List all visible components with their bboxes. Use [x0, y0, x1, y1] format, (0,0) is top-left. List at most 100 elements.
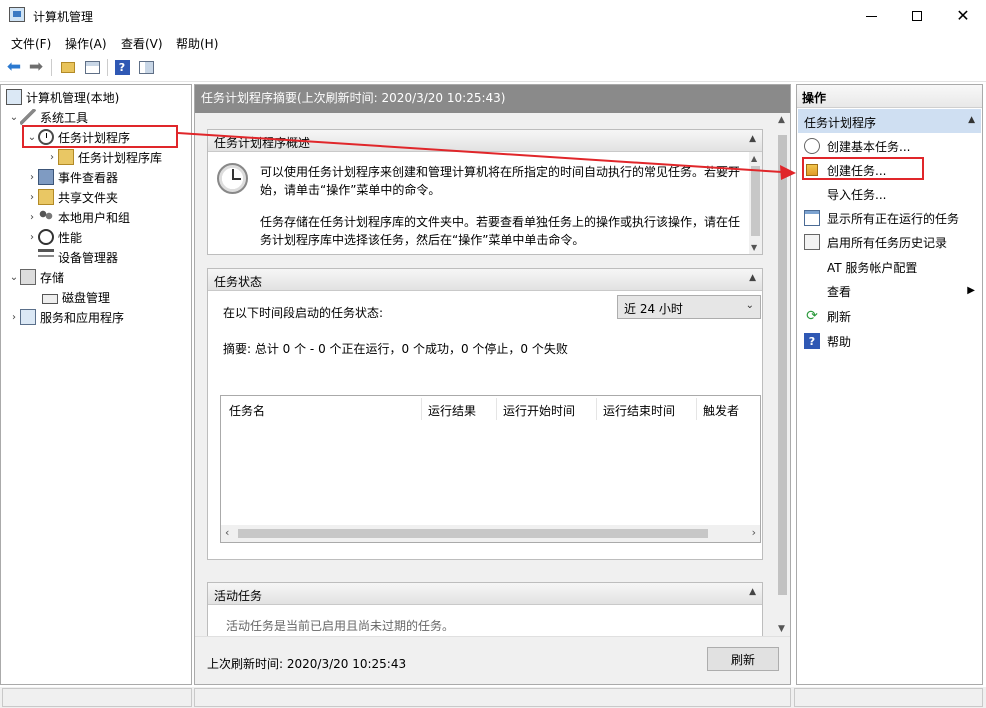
back-button[interactable]: ⬅ — [5, 57, 23, 77]
scroll-thumb[interactable] — [238, 529, 708, 538]
tree-item-services[interactable]: › 服务和应用程序 — [8, 307, 124, 327]
chevron-right-icon[interactable]: › — [46, 152, 58, 163]
column-header[interactable]: 运行结果 — [428, 402, 476, 419]
action-create-basic-task[interactable]: 创建基本任务... — [797, 135, 982, 157]
forward-button[interactable]: ➡ — [27, 57, 45, 77]
task-status-section-header[interactable]: 任务状态 ▲ — [208, 269, 762, 291]
chevron-right-icon[interactable]: › — [26, 212, 38, 223]
tree-item-root[interactable]: 计算机管理(本地) — [6, 87, 119, 107]
table-horizontal-scrollbar[interactable]: ‹ › — [221, 525, 760, 542]
help-button[interactable]: ? — [113, 58, 131, 76]
column-header[interactable]: 运行结束时间 — [603, 402, 675, 419]
table-header: 任务名 运行结果 运行开始时间 运行结束时间 触发者 — [221, 396, 760, 422]
scroll-thumb[interactable] — [751, 166, 760, 236]
tree-item-local-users[interactable]: › 本地用户和组 — [26, 207, 130, 227]
history-icon — [804, 234, 820, 250]
action-enable-history[interactable]: 启用所有任务历史记录 — [797, 231, 982, 253]
show-hide-tree-button[interactable] — [83, 58, 101, 76]
summary-header: 任务计划程序摘要(上次刷新时间: 2020/3/20 10:25:43) — [195, 85, 790, 113]
action-at-service-config[interactable]: AT 服务帐户配置 — [797, 256, 982, 278]
chevron-right-icon[interactable]: › — [8, 312, 20, 323]
folder-up-icon — [61, 61, 75, 73]
chevron-right-icon[interactable]: › — [26, 172, 38, 183]
up-level-button[interactable] — [59, 58, 77, 76]
show-action-pane-button[interactable] — [137, 58, 155, 76]
overview-paragraph: 任务存储在任务计划程序库的文件夹中。若要查看单独任务上的操作或执行该操作，请在任… — [260, 215, 741, 247]
overview-section: 任务计划程序概述 ▲ 可以使用任务计划程序来创建和管理计算机将在所指定的时间自动… — [207, 129, 763, 255]
tree-item-performance[interactable]: › 性能 — [26, 227, 82, 247]
menu-action[interactable]: 操作(A) — [65, 35, 107, 52]
maximize-button[interactable] — [894, 0, 940, 31]
column-header[interactable]: 运行开始时间 — [503, 402, 575, 419]
refresh-icon: ⟳ — [806, 308, 818, 324]
tools-icon — [20, 109, 36, 125]
console-tree-icon — [84, 60, 100, 74]
summary-footer: 上次刷新时间: 2020/3/20 10:25:43 刷新 — [195, 636, 790, 684]
section-title: 活动任务 — [214, 589, 263, 603]
status-cell — [794, 688, 983, 707]
chevron-right-icon[interactable]: › — [26, 232, 38, 243]
action-label: 查看 — [827, 284, 852, 299]
action-view[interactable]: 查看 ▶ — [797, 280, 982, 302]
scroll-right-icon[interactable]: › — [752, 526, 756, 539]
scroll-up-icon[interactable]: ▲ — [751, 154, 757, 163]
column-header[interactable]: 触发者 — [703, 402, 739, 419]
tree-item-shared-folders[interactable]: › 共享文件夹 — [26, 187, 118, 207]
chevron-down-icon[interactable]: ⌄ — [8, 112, 20, 123]
action-refresh[interactable]: ⟳ 刷新 — [797, 305, 982, 327]
tree-item-system-tools[interactable]: ⌄ 系统工具 — [8, 107, 88, 127]
overview-paragraph: 可以使用任务计划程序来创建和管理计算机将在所指定的时间自动执行的常见任务。若要开… — [260, 165, 741, 197]
status-summary: 摘要: 总计 0 个 - 0 个正在运行，0 个成功，0 个停止，0 个失败 — [223, 342, 568, 356]
services-icon — [20, 309, 36, 325]
overview-section-header[interactable]: 任务计划程序概述 ▲ — [208, 130, 762, 152]
config-icon — [804, 259, 820, 275]
center-pane: 任务计划程序摘要(上次刷新时间: 2020/3/20 10:25:43) 任务计… — [194, 84, 791, 685]
section-title: 任务状态 — [214, 275, 263, 289]
tree-label: 本地用户和组 — [58, 210, 131, 225]
action-label: 导入任务... — [827, 187, 887, 202]
toolbar: ⬅ ➡ ? — [0, 53, 986, 82]
tree-item-storage[interactable]: ⌄ 存储 — [8, 267, 64, 287]
scroll-down-icon[interactable]: ▼ — [751, 243, 757, 252]
menu-view[interactable]: 查看(V) — [121, 35, 163, 52]
close-button[interactable]: ✕ — [940, 0, 986, 31]
tree-label: 共享文件夹 — [58, 190, 119, 205]
scroll-thumb[interactable] — [778, 135, 787, 595]
scroll-down-icon[interactable]: ▼ — [778, 624, 785, 634]
summary-vertical-scrollbar[interactable]: ▲ ▼ — [775, 113, 790, 636]
menu-help[interactable]: 帮助(H) — [176, 35, 218, 52]
tree-item-task-library[interactable]: › 任务计划程序库 — [46, 147, 162, 167]
refresh-button[interactable]: 刷新 — [707, 647, 779, 671]
overview-scrollbar[interactable]: ▲ ▼ — [749, 152, 762, 254]
active-tasks-section: 活动任务 ▲ 活动任务是当前已启用且尚未过期的任务。 — [207, 582, 763, 636]
tree-item-device-manager[interactable]: 设备管理器 — [38, 247, 118, 267]
scroll-left-icon[interactable]: ‹ — [225, 526, 229, 539]
status-period-select[interactable]: 近 24 小时 ⌄ — [617, 295, 761, 319]
column-header[interactable]: 任务名 — [229, 402, 265, 419]
storage-icon — [20, 269, 36, 285]
close-icon: ✕ — [956, 6, 970, 25]
minimize-button[interactable] — [848, 0, 894, 31]
action-label: 帮助 — [827, 334, 852, 349]
tree-item-event-viewer[interactable]: › 事件查看器 — [26, 167, 118, 187]
menu-file[interactable]: 文件(F) — [11, 35, 51, 52]
chevron-right-icon[interactable]: › — [26, 192, 38, 203]
actions-section-task-scheduler[interactable]: 任务计划程序 ▲ — [798, 109, 981, 133]
action-help[interactable]: ? 帮助 — [797, 330, 982, 352]
collapse-up-icon[interactable]: ▲ — [749, 134, 756, 144]
help-icon: ? — [114, 59, 130, 75]
collapse-up-icon[interactable]: ▲ — [968, 115, 975, 125]
action-show-running-tasks[interactable]: 显示所有正在运行的任务 — [797, 207, 982, 229]
column-divider — [421, 398, 422, 420]
scroll-up-icon[interactable]: ▲ — [778, 115, 785, 125]
active-tasks-section-header[interactable]: 活动任务 ▲ — [208, 583, 762, 605]
status-period-label: 在以下时间段启动的任务状态: — [223, 306, 384, 320]
chevron-down-icon[interactable]: ⌄ — [8, 272, 20, 283]
task-status-table: 任务名 运行结果 运行开始时间 运行结束时间 触发者 ‹ › — [220, 395, 761, 543]
collapse-up-icon[interactable]: ▲ — [749, 273, 756, 283]
minimize-icon — [865, 16, 877, 17]
section-title: 任务计划程序 — [804, 116, 877, 130]
tree-item-disk-management[interactable]: 磁盘管理 — [42, 287, 110, 307]
collapse-up-icon[interactable]: ▲ — [749, 587, 756, 597]
action-import-task[interactable]: 导入任务... — [797, 183, 982, 205]
